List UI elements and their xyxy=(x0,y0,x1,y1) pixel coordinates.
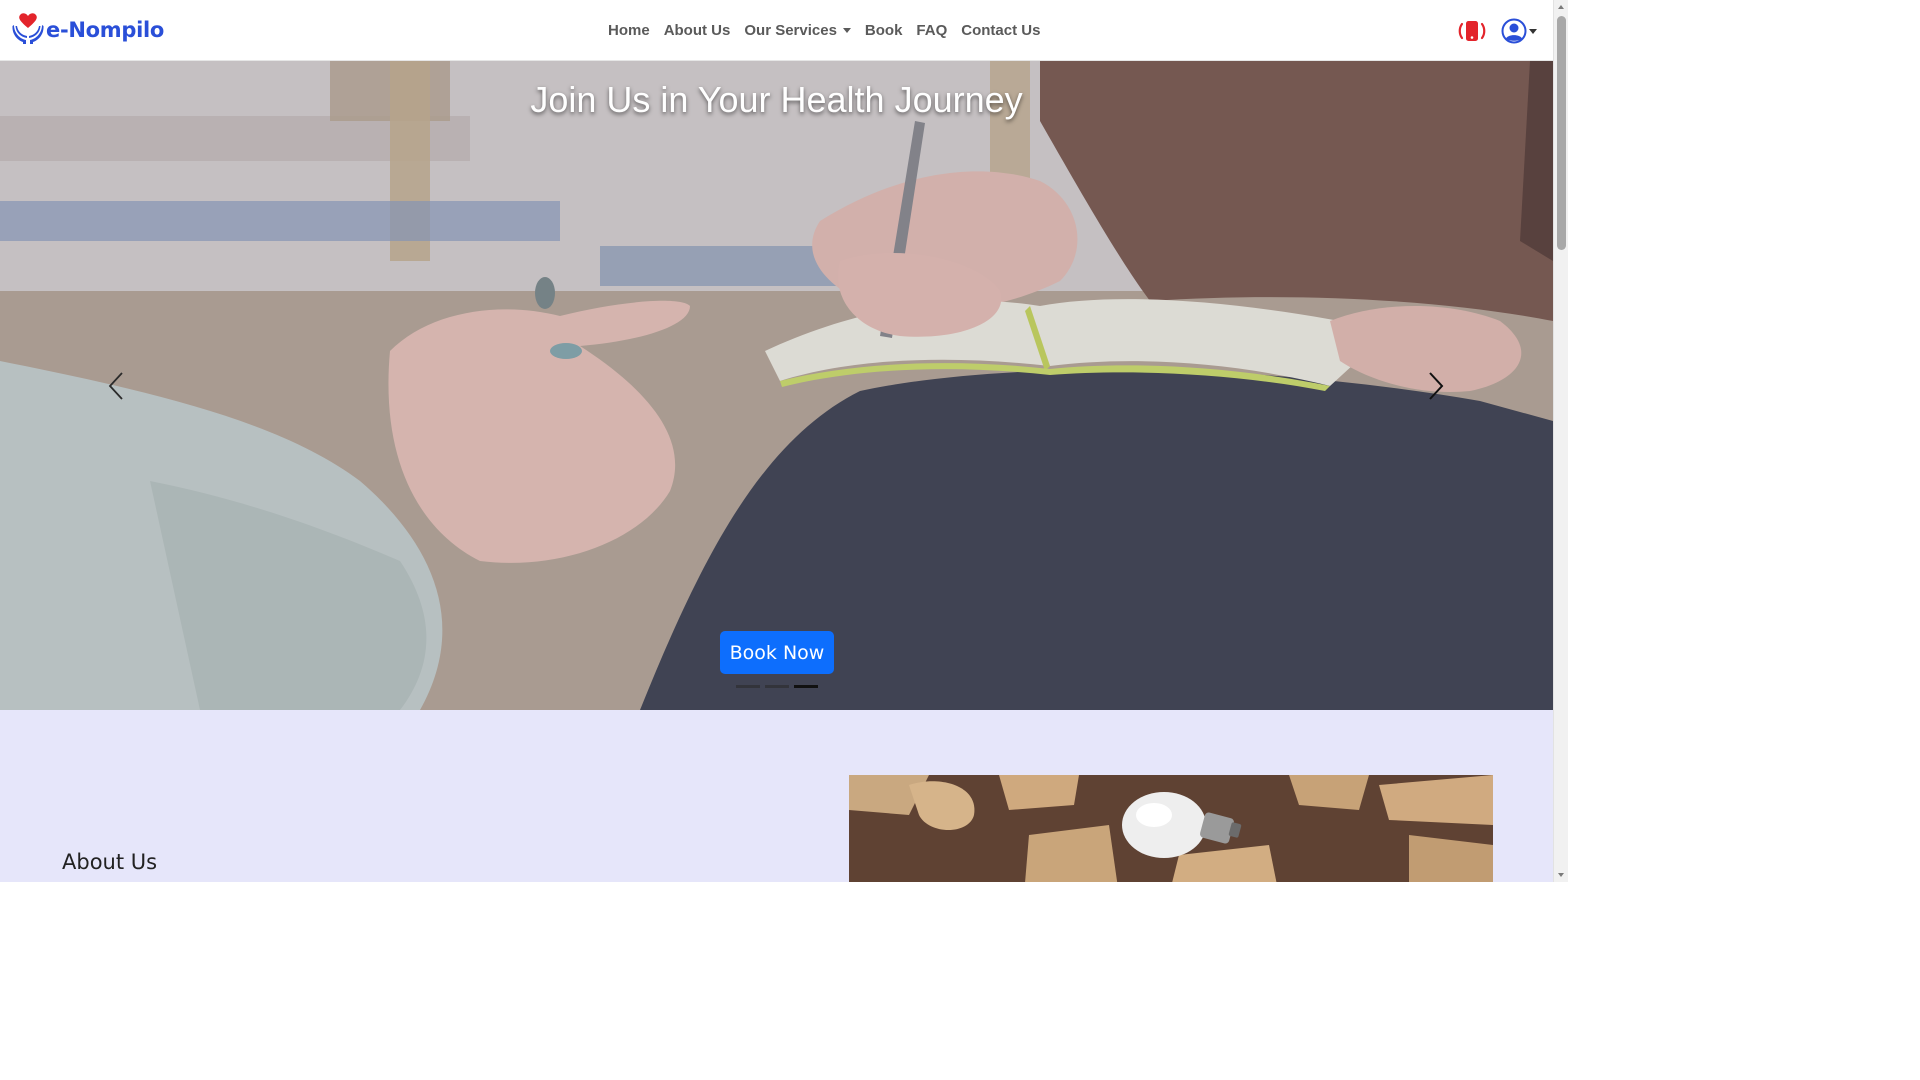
nav-book[interactable]: Book xyxy=(858,22,910,39)
chevron-down-icon xyxy=(1529,28,1537,34)
nav-about-us[interactable]: About Us xyxy=(657,22,738,39)
carousel-indicators xyxy=(736,685,818,688)
carousel-next-button[interactable] xyxy=(1416,366,1456,406)
page-scrollbar[interactable] xyxy=(1553,0,1568,882)
nav-contact-us[interactable]: Contact Us xyxy=(954,22,1047,39)
user-circle-icon xyxy=(1501,18,1527,44)
heart-hands-icon xyxy=(12,11,44,49)
nav-our-services-dropdown[interactable]: Our Services xyxy=(737,22,858,39)
carousel-indicator-1[interactable] xyxy=(736,685,760,688)
carousel-indicator-3[interactable] xyxy=(794,685,818,688)
brand-name: e-Nompilo xyxy=(46,18,164,42)
page: e-Nompilo Home About Us Our Services Boo… xyxy=(0,0,1568,882)
emergency-phone-icon[interactable] xyxy=(1457,20,1487,42)
hero-carousel: Join Us in Your Health Journey Book Now xyxy=(0,61,1553,710)
chevron-left-icon xyxy=(108,372,123,400)
nav-our-services-label: Our Services xyxy=(744,22,837,39)
scroll-up-icon[interactable] xyxy=(1558,5,1564,9)
header-actions xyxy=(1457,14,1537,48)
hero-title: Join Us in Your Health Journey xyxy=(530,79,1023,120)
nav-faq[interactable]: FAQ xyxy=(909,22,954,39)
nav-home[interactable]: Home xyxy=(601,22,657,39)
chevron-down-icon xyxy=(842,28,851,33)
carousel-prev-button[interactable] xyxy=(96,366,136,406)
about-section: About Us xyxy=(0,710,1553,882)
scroll-thumb[interactable] xyxy=(1557,16,1566,250)
book-now-button[interactable]: Book Now xyxy=(720,631,834,674)
about-heading: About Us xyxy=(62,850,158,874)
carousel-indicator-2[interactable] xyxy=(765,685,789,688)
navbar: e-Nompilo Home About Us Our Services Boo… xyxy=(0,0,1553,61)
brand-logo-link[interactable]: e-Nompilo xyxy=(12,12,164,48)
scroll-down-icon[interactable] xyxy=(1558,873,1564,877)
hero-overlay xyxy=(0,61,1553,710)
about-image xyxy=(849,775,1493,882)
chevron-right-icon xyxy=(1429,372,1444,400)
user-menu-toggle[interactable] xyxy=(1501,18,1537,44)
main-nav: Home About Us Our Services Book FAQ Cont… xyxy=(601,0,1047,61)
